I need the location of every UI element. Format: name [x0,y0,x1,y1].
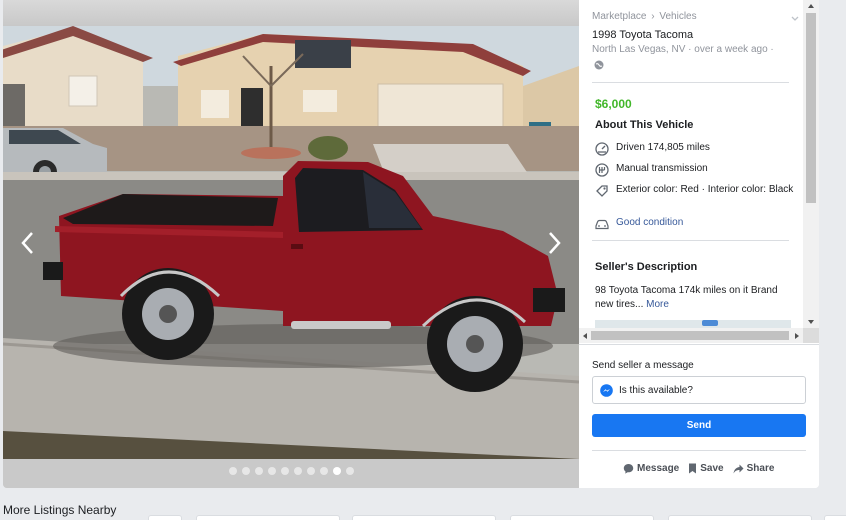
chevron-left-icon [21,232,33,254]
nearby-listing-card[interactable] [668,515,812,520]
vertical-scrollbar[interactable] [803,0,819,328]
listing-price: $6,000 [595,97,632,111]
nearby-listing-card[interactable] [352,515,496,520]
attribute-mileage: Driven 174,805 miles [595,142,795,156]
breadcrumb-marketplace[interactable]: Marketplace [592,11,646,22]
pagination-dot[interactable] [254,467,263,475]
pagination-dot[interactable] [306,467,315,475]
scrollbar-corner [803,328,819,343]
message-seller-box: Send seller a message Is this available?… [579,344,819,488]
listing-photo[interactable] [3,26,579,459]
divider [592,240,789,241]
message-icon [623,464,634,474]
odometer-icon [595,142,611,156]
pagination-dot[interactable] [267,467,276,475]
more-link[interactable]: More [646,299,669,310]
attribute-color: Exterior color: Red · Interior color: Bl… [595,184,795,198]
about-heading: About This Vehicle [595,119,694,131]
chevron-down-icon [791,16,799,21]
nearby-listing-card[interactable] [824,515,846,520]
chevron-right-icon [549,232,561,254]
scroll-right-button[interactable] [791,328,803,343]
save-button[interactable]: Save [688,463,724,474]
pagination-dot[interactable] [293,467,302,475]
attribute-transmission-text: Manual transmission [616,163,708,174]
listing-details-scroll[interactable]: Marketplace › Vehicles 1998 Toyota Tacom… [579,0,819,344]
attribute-condition[interactable]: Good condition [595,217,795,231]
message-label: Send seller a message [592,360,694,371]
attribute-transmission: Manual transmission [595,163,795,177]
nearby-listing-card[interactable] [510,515,654,520]
nearby-listing-card[interactable] [148,515,182,520]
arrow-down-icon [808,320,814,324]
scroll-left-button[interactable] [579,328,591,343]
seller-description-text: 98 Toyota Tacoma 174k miles on it Brand … [595,285,778,310]
car-icon [595,217,611,231]
attribute-mileage-text: Driven 174,805 miles [616,142,710,153]
message-button-label[interactable]: Message [637,463,679,474]
horizontal-scrollbar[interactable] [579,328,803,343]
bookmark-icon [689,463,697,474]
horizontal-scroll-thumb[interactable] [591,331,789,340]
pagination-dot[interactable] [241,467,250,475]
attribute-condition-text[interactable]: Good condition [616,217,683,229]
pagination-dot[interactable] [228,467,237,475]
send-button[interactable]: Send [592,414,806,437]
arrow-up-icon [808,4,814,8]
viewer-top-bar [3,0,579,26]
arrow-left-icon [583,332,587,339]
collapse-button[interactable] [791,10,799,28]
pagination-dot[interactable] [332,467,341,475]
nearby-listings-row [0,515,846,520]
listing-title: 1998 Toyota Tacoma [592,29,694,41]
scroll-up-button[interactable] [803,0,819,12]
divider [592,450,806,451]
message-button[interactable]: Message [623,463,679,474]
nearby-listing-card[interactable] [196,515,340,520]
breadcrumb-separator: › [651,11,655,22]
scroll-down-button[interactable] [803,316,819,328]
transmission-icon [595,163,611,177]
map-route-badge [702,320,718,326]
vertical-scroll-thumb[interactable] [806,13,816,203]
share-button-label[interactable]: Share [747,463,775,474]
messenger-icon [600,383,613,397]
listing-card: Marketplace › Vehicles 1998 Toyota Tacom… [3,0,819,488]
save-button-label[interactable]: Save [700,463,723,474]
arrow-right-icon [795,332,799,339]
divider [592,82,789,83]
share-button[interactable]: Share [733,463,775,474]
listing-actions: Message Save Share [623,463,783,474]
truck-photo-illustration [3,26,579,459]
message-input-text[interactable]: Is this available? [619,385,693,396]
share-icon [733,464,744,473]
attribute-color-text: Exterior color: Red · Interior color: Bl… [616,184,794,195]
seller-description: 98 Toyota Tacoma 174k miles on it Brand … [595,284,790,312]
listing-info-panel: Marketplace › Vehicles 1998 Toyota Tacom… [579,0,819,488]
next-photo-button[interactable] [543,228,567,258]
listing-location-time: North Las Vegas, NV · over a week ago · [592,44,774,55]
globe-icon [594,57,604,75]
photo-pagination [3,467,579,475]
paint-tag-icon [595,184,611,198]
pagination-dot[interactable] [280,467,289,475]
pagination-dot[interactable] [345,467,354,475]
message-input[interactable]: Is this available? [592,376,806,404]
pagination-dot[interactable] [319,467,328,475]
photo-viewer[interactable] [3,0,579,488]
breadcrumb: Marketplace › Vehicles [592,11,697,22]
description-heading: Seller's Description [595,261,698,273]
breadcrumb-vehicles[interactable]: Vehicles [659,11,696,22]
previous-photo-button[interactable] [15,228,39,258]
